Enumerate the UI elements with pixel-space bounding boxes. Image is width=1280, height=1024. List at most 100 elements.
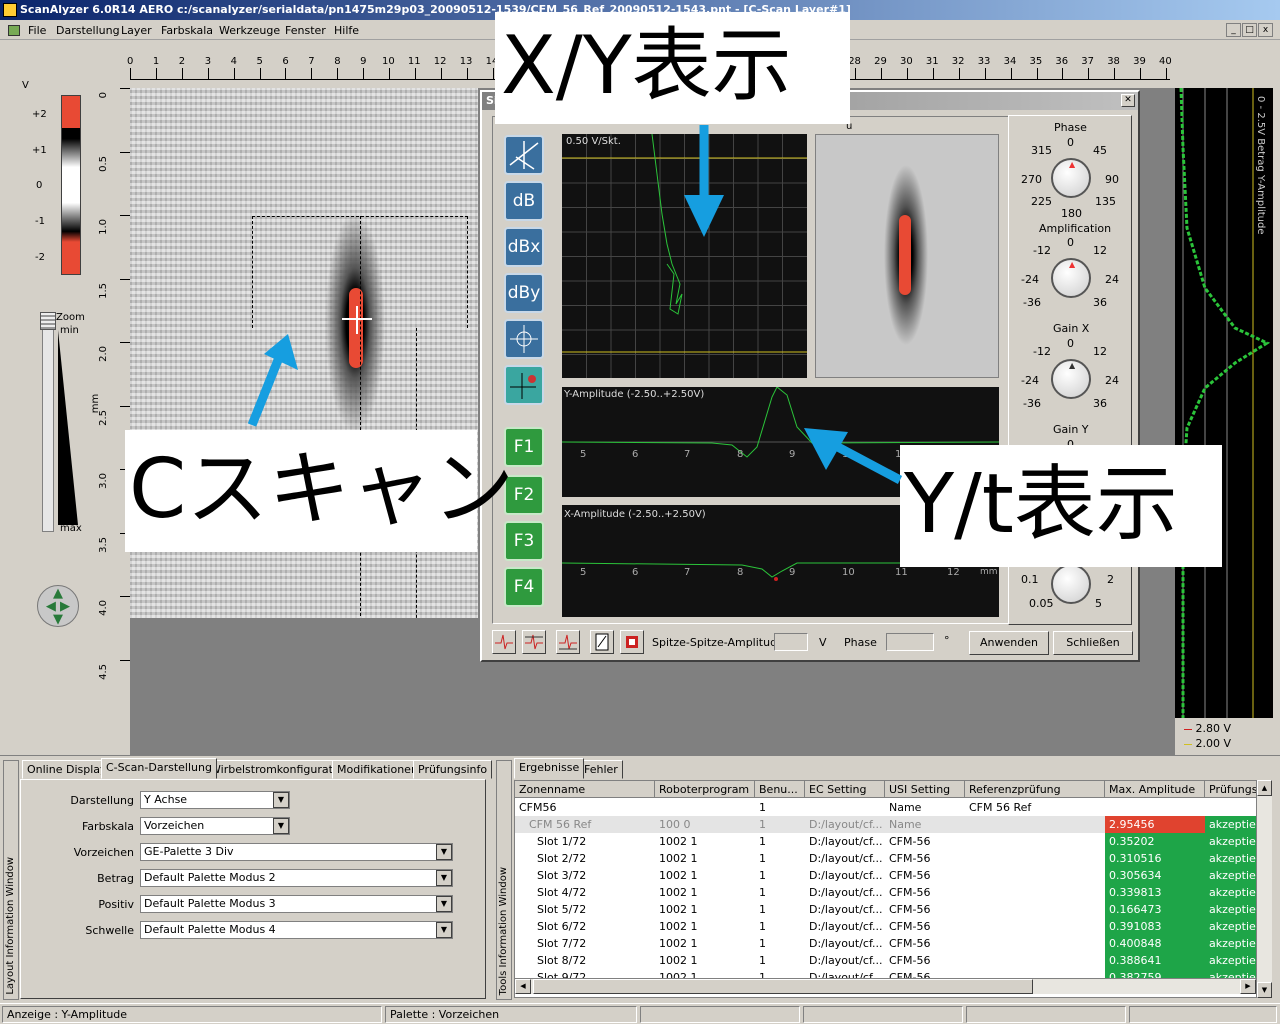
scroll-down-icon[interactable]: ▼: [1257, 982, 1272, 998]
trace-icon-2[interactable]: [522, 630, 546, 654]
apply-button[interactable]: Anwenden: [969, 631, 1049, 655]
scroll-up-icon[interactable]: ▲: [1257, 780, 1272, 796]
gainx-label: 36: [1093, 397, 1107, 410]
column-header[interactable]: Referenzprüfung: [965, 781, 1105, 798]
column-header[interactable]: Benu...: [755, 781, 805, 798]
darstellung-select[interactable]: Y Achse ▼: [140, 791, 290, 809]
record-icon[interactable]: [620, 630, 644, 654]
dialog-cscan[interactable]: u: [815, 121, 999, 378]
tab-online-display[interactable]: Online Display: [22, 760, 112, 779]
xy-mode-button[interactable]: [504, 135, 544, 175]
results-table[interactable]: Zonenname Roboterprogram Benu... EC Setting…: [514, 780, 1272, 998]
scroll-left-icon[interactable]: ◀: [515, 979, 531, 994]
phase-label: 45: [1093, 144, 1107, 157]
filter-knob[interactable]: [1051, 564, 1091, 604]
close-dialog-button[interactable]: Schließen: [1053, 631, 1133, 655]
table-row[interactable]: Slot 1/72 1002 1 1 D:/layout/cf... CFM-56 0.3…: [515, 833, 1271, 850]
table-row[interactable]: Slot 5/72 1002 1 1 D:/layout/cf... CFM-56 0.1…: [515, 901, 1271, 918]
restore-button[interactable]: □: [1242, 23, 1257, 37]
cursor-button[interactable]: [504, 365, 544, 405]
chevron-down-icon[interactable]: ▼: [436, 896, 452, 912]
menu-farbskala[interactable]: Farbskala: [161, 24, 213, 37]
vorzeichen-select[interactable]: GE-Palette 3 Div ▼: [140, 843, 453, 861]
ruler-left-label: 1.5: [98, 282, 109, 299]
dialog-close-icon[interactable]: ✕: [1121, 94, 1135, 107]
tools-panel-side[interactable]: Tools Information Window: [496, 760, 512, 1000]
chevron-down-icon[interactable]: ▼: [273, 818, 289, 834]
zoom-slider-track[interactable]: [42, 312, 54, 532]
betrag-select[interactable]: Default Palette Modus 2 ▼: [140, 869, 453, 887]
chevron-down-icon[interactable]: ▼: [436, 870, 452, 886]
table-cell: CFM-56: [889, 920, 931, 933]
scroll-thumb[interactable]: [533, 979, 1033, 994]
column-header[interactable]: Roboterprogram: [655, 781, 755, 798]
phase-field[interactable]: [886, 633, 934, 651]
amplification-knob[interactable]: ▲: [1051, 258, 1091, 298]
table-row[interactable]: Slot 7/72 1002 1 1 D:/layout/cf... CFM-56 0.4…: [515, 935, 1271, 952]
table-cell: Slot 1/72: [537, 835, 587, 848]
vertical-scrollbar[interactable]: ▲ ▼: [1256, 780, 1272, 998]
layout-panel-side[interactable]: Layout Information Window: [3, 760, 19, 1000]
crosshair-button[interactable]: [504, 319, 544, 359]
column-header[interactable]: Zonenname: [515, 781, 655, 798]
tab-ergebnisse[interactable]: Ergebnisse: [514, 758, 585, 779]
pan-control[interactable]: ▲ ◀ ▶ ▼: [37, 585, 79, 627]
menu-file[interactable]: File: [28, 24, 46, 37]
table-row[interactable]: Slot 4/72 1002 1 1 D:/layout/cf... CFM-56 0.3…: [515, 884, 1271, 901]
app-icon: [3, 3, 17, 17]
tab-cscan-darstellung[interactable]: C-Scan-Darstellung: [101, 758, 217, 779]
menu-werkzeuge[interactable]: Werkzeuge: [219, 24, 280, 37]
table-cell: D:/layout/cf...: [809, 886, 883, 899]
amplitude-profile[interactable]: 0 - 2.5V Betrag Y-Amplitude: [1175, 87, 1273, 718]
trace-icon-1[interactable]: [492, 630, 516, 654]
ruler-top-label: 37: [1081, 56, 1095, 67]
table-row[interactable]: Slot 6/72 1002 1 1 D:/layout/cf... CFM-56 0.3…: [515, 918, 1271, 935]
table-row[interactable]: CFM56 1 Name CFM 56 Ref: [515, 799, 1271, 816]
column-header[interactable]: Max. Amplitude: [1105, 781, 1205, 798]
table-row[interactable]: Slot 8/72 1002 1 1 D:/layout/cf... CFM-56 0.3…: [515, 952, 1271, 969]
dby-button[interactable]: dBy: [504, 273, 544, 313]
scroll-right-icon[interactable]: ▶: [1240, 979, 1256, 994]
menu-hilfe[interactable]: Hilfe: [334, 24, 359, 37]
tab-modifikationen[interactable]: Modifikationen: [332, 760, 423, 779]
table-cell: 0.166473: [1105, 901, 1205, 918]
colorbar-unit: V: [22, 80, 29, 91]
column-header[interactable]: EC Setting: [805, 781, 885, 798]
schwelle-select[interactable]: Default Palette Modus 4 ▼: [140, 921, 453, 939]
table-cell: 1002 1: [659, 920, 698, 933]
pp-amplitude-label: Spitze-Spitze-Amplitude: [652, 636, 784, 649]
chevron-down-icon[interactable]: ▼: [436, 922, 452, 938]
menu-fenster[interactable]: Fenster: [285, 24, 326, 37]
layout-panel-title: Layout Information Window: [5, 857, 16, 995]
dbx-button[interactable]: dBx: [504, 227, 544, 267]
table-row[interactable]: Slot 3/72 1002 1 1 D:/layout/cf... CFM-56 0.3…: [515, 867, 1271, 884]
ruler-top-label: 6: [282, 56, 289, 67]
tab-fehler[interactable]: Fehler: [579, 760, 623, 779]
menu-layer[interactable]: Layer: [121, 24, 152, 37]
pp-amplitude-field[interactable]: [774, 633, 808, 651]
gainx-knob[interactable]: ▲: [1051, 359, 1091, 399]
minimize-button[interactable]: _: [1226, 23, 1241, 37]
positiv-select[interactable]: Default Palette Modus 3 ▼: [140, 895, 453, 913]
f4-button[interactable]: F4: [504, 567, 544, 607]
chevron-down-icon[interactable]: ▼: [273, 792, 289, 808]
close-button[interactable]: x: [1258, 23, 1273, 37]
table-row[interactable]: Slot 2/72 1002 1 1 D:/layout/cf... CFM-56 0.3…: [515, 850, 1271, 867]
menu-darstellung[interactable]: Darstellung: [56, 24, 120, 37]
pan-down-icon[interactable]: ▼: [38, 613, 78, 626]
table-row[interactable]: CFM 56 Ref 100 0 1 D:/layout/cf... Name 2.954…: [515, 816, 1271, 833]
table-cell: CFM 56 Ref: [969, 801, 1032, 814]
farbskala-select[interactable]: Vorzeichen ▼: [140, 817, 290, 835]
chevron-down-icon[interactable]: ▼: [436, 844, 452, 860]
trace-icon-3[interactable]: [556, 630, 580, 654]
schwelle-label: Schwelle: [85, 924, 134, 937]
db-button[interactable]: dB: [504, 181, 544, 221]
tab-pruefungsinfo[interactable]: Prüfungsinfo: [413, 760, 493, 779]
zoom-label: Zoom: [56, 312, 85, 323]
horizontal-scrollbar[interactable]: ◀ ▶: [515, 978, 1256, 994]
column-header[interactable]: USI Setting: [885, 781, 965, 798]
ruler-top-label: 0: [127, 56, 134, 67]
phase-knob[interactable]: ▲: [1051, 158, 1091, 198]
zoom-slider-thumb[interactable]: [40, 312, 56, 330]
edit-icon[interactable]: [590, 630, 614, 654]
